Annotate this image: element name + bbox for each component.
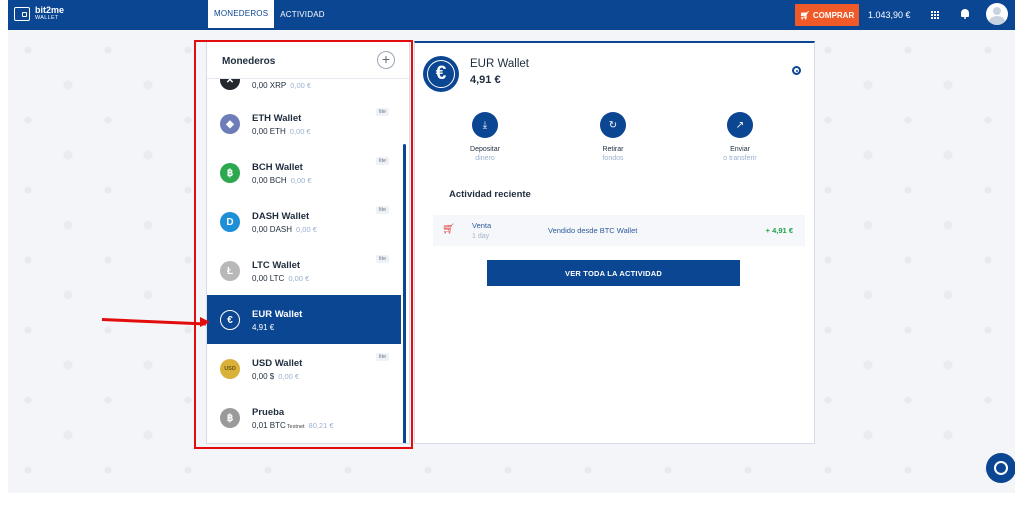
deposit-label: Depositar: [470, 146, 500, 153]
activity-type: Venta: [472, 221, 492, 230]
wallet-detail-balance: 4,91 €: [470, 74, 501, 86]
wallet-detail-panel: € EUR Wallet 4,91 € ⤓ Depositar dinero ↻…: [414, 41, 815, 444]
annotation-arrow-head: [200, 317, 210, 327]
tab-monederos[interactable]: MONEDEROS: [208, 0, 275, 30]
send-action[interactable]: ↗ Enviar o transferir: [700, 112, 780, 162]
sell-cart-icon: 🛒︎: [442, 224, 455, 235]
activity-row[interactable]: 🛒︎ Venta 1 day Vendido desde BTC Wallet …: [433, 215, 805, 246]
app-window: bit2me WALLET MONEDEROS ACTIVIDAD 🛒︎ COM…: [8, 0, 1015, 493]
support-chat-button[interactable]: [986, 453, 1015, 483]
buy-button[interactable]: 🛒︎ COMPRAR: [795, 4, 859, 26]
wallets-header: Monederos +: [207, 42, 409, 79]
deposit-icon: ⤓: [472, 112, 498, 138]
wallet-logo-icon: [14, 7, 30, 21]
buy-button-label: COMPRAR: [812, 10, 855, 20]
wallet-detail-title: EUR Wallet: [470, 58, 529, 70]
activity-description: Vendido desde BTC Wallet: [548, 226, 638, 235]
main-nav: MONEDEROS ACTIVIDAD: [208, 0, 331, 30]
brand-subtitle: WALLET: [35, 15, 59, 21]
add-wallet-button[interactable]: +: [377, 51, 395, 69]
user-avatar[interactable]: [986, 3, 1008, 25]
wallets-title: Monederos: [222, 56, 276, 67]
activity-time: 1 day: [472, 233, 490, 240]
apps-grid-icon[interactable]: [930, 10, 939, 19]
withdraw-sublabel: fondos: [602, 155, 624, 162]
send-label: Enviar: [730, 146, 750, 153]
withdraw-label: Retirar: [602, 146, 624, 153]
total-balance: 1.043,90 €: [868, 10, 911, 20]
deposit-action[interactable]: ⤓ Depositar dinero: [445, 112, 525, 162]
withdraw-action[interactable]: ↻ Retirar fondos: [573, 112, 653, 162]
settings-gear-icon[interactable]: [792, 66, 801, 75]
highlight-box: [194, 40, 413, 449]
notifications-bell-icon[interactable]: [961, 9, 969, 19]
top-bar: bit2me WALLET MONEDEROS ACTIVIDAD 🛒︎ COM…: [8, 0, 1015, 30]
tab-actividad[interactable]: ACTIVIDAD: [274, 0, 330, 30]
send-sublabel: o transferir: [723, 155, 757, 162]
send-icon: ↗: [727, 112, 753, 138]
deposit-sublabel: dinero: [475, 155, 495, 162]
brand-name: bit2me: [35, 5, 65, 15]
cart-icon: 🛒︎: [799, 10, 810, 20]
view-all-activity-button[interactable]: VER TODA LA ACTIVIDAD: [487, 260, 740, 286]
withdraw-icon: ↻: [600, 112, 626, 138]
recent-activity-title: Actividad reciente: [449, 189, 531, 200]
activity-amount: + 4,91 €: [765, 226, 793, 235]
brand-logo[interactable]: bit2me WALLET: [14, 6, 64, 22]
eur-icon: €: [423, 56, 459, 92]
